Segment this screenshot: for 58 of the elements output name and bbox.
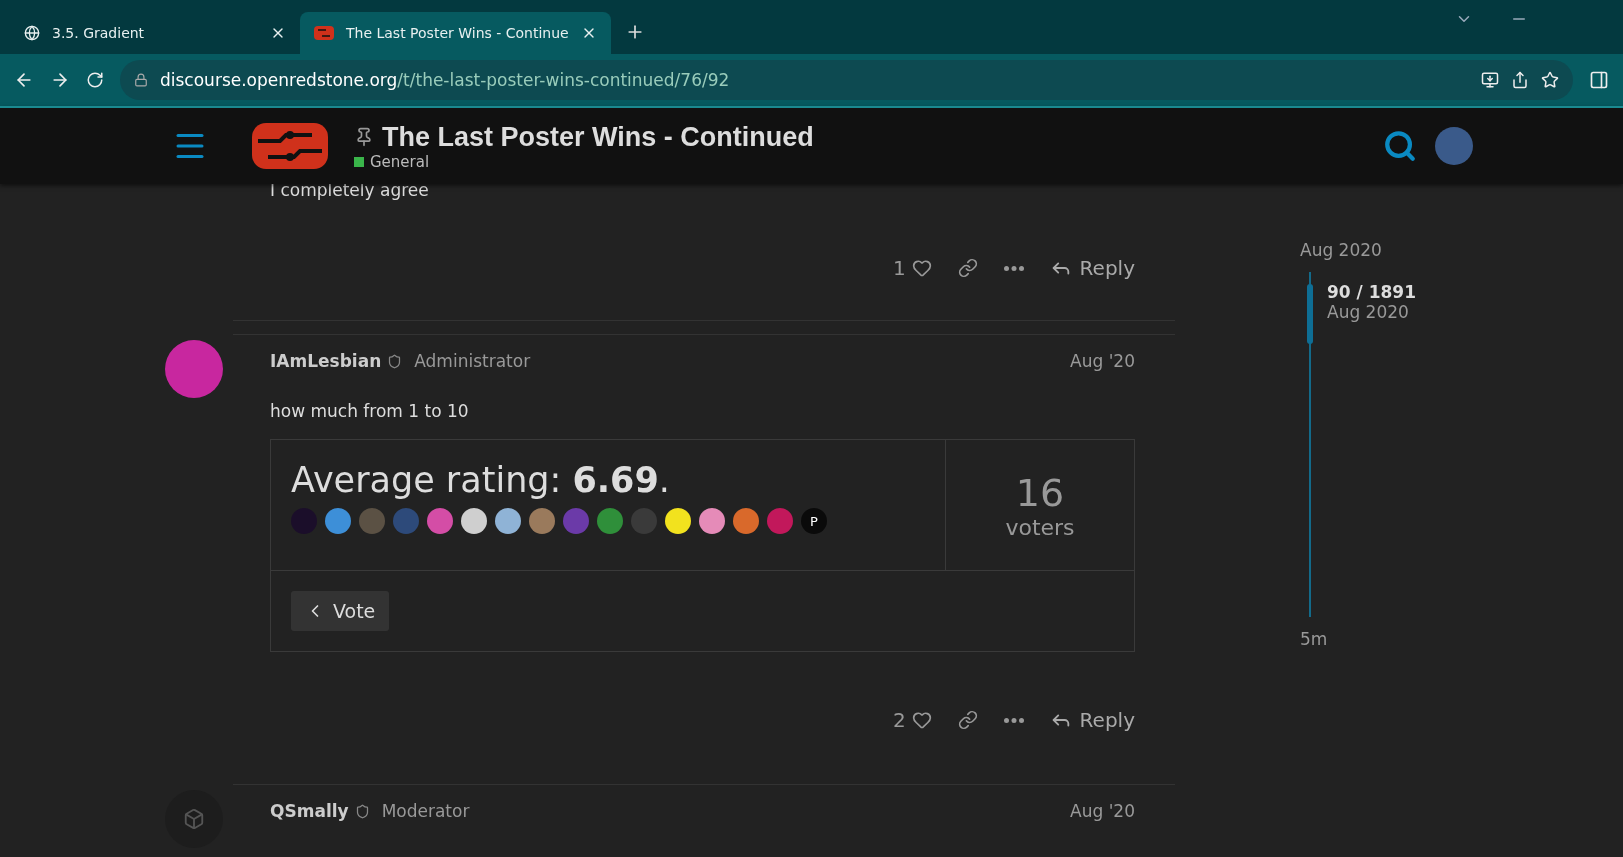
link-icon: [957, 710, 978, 730]
browser-tab[interactable]: 3.5. Gradient: [10, 12, 300, 54]
category-name: General: [370, 152, 430, 171]
heart-icon: [911, 258, 932, 278]
site-logo[interactable]: [252, 123, 328, 169]
voter-avatar[interactable]: [495, 508, 521, 534]
user-avatar[interactable]: [165, 340, 223, 398]
post-position: 90 / 1891: [1327, 282, 1417, 302]
share-icon[interactable]: [1511, 71, 1529, 89]
tab-title: 3.5. Gradient: [52, 25, 146, 41]
more-button[interactable]: [1003, 265, 1024, 271]
more-button[interactable]: [1003, 717, 1024, 723]
username[interactable]: IAmLesbian: [270, 351, 382, 371]
address-field[interactable]: discourse.openredstone.org/t/the-last-poster-wins-continued/76/92: [120, 60, 1573, 100]
reload-icon[interactable]: [86, 71, 104, 89]
reply-button[interactable]: Reply: [1049, 256, 1135, 280]
user-avatar[interactable]: [1435, 127, 1473, 165]
bookmark-icon[interactable]: [1541, 71, 1559, 89]
more-icon: [1003, 717, 1024, 723]
lock-icon: [134, 73, 148, 87]
link-icon: [957, 258, 978, 278]
site-logo-icon: [314, 26, 334, 40]
globe-icon: [24, 25, 40, 41]
search-icon[interactable]: [1383, 129, 1417, 163]
link-button[interactable]: [957, 710, 978, 730]
post-date: Aug '20: [1070, 801, 1135, 821]
like-button[interactable]: 2: [892, 708, 932, 732]
timeline-start-date[interactable]: Aug 2020: [1300, 240, 1382, 260]
voter-label: voters: [1005, 514, 1075, 540]
install-icon[interactable]: [1481, 71, 1499, 89]
position-date: Aug 2020: [1327, 302, 1410, 322]
voter-avatar[interactable]: [699, 508, 725, 534]
voter-avatar[interactable]: [461, 508, 487, 534]
link-button[interactable]: [957, 258, 978, 278]
like-button[interactable]: 1: [892, 256, 932, 280]
shield-icon: [354, 803, 370, 819]
user-role: Administrator: [414, 351, 531, 371]
average-rating: Average rating: 6.69.: [291, 460, 671, 500]
browser-tab[interactable]: The Last Poster Wins - Continue: [300, 12, 611, 54]
shield-icon: [387, 353, 403, 369]
timeline-end-date[interactable]: 5m: [1300, 629, 1382, 649]
voter-avatar[interactable]: [665, 508, 691, 534]
vote-button[interactable]: Vote: [291, 591, 390, 631]
user-role: Moderator: [381, 801, 470, 821]
post-date: Aug '20: [1070, 351, 1135, 371]
pin-icon: [354, 127, 374, 147]
timeline-handle[interactable]: [1307, 284, 1313, 344]
voter-avatar[interactable]: P: [801, 508, 827, 534]
more-icon: [1003, 265, 1024, 271]
topic-title[interactable]: The Last Poster Wins - Continued: [382, 121, 814, 153]
heart-icon: [911, 710, 932, 730]
username[interactable]: QSmally: [270, 801, 349, 821]
side-panel-icon[interactable]: [1589, 70, 1609, 90]
voter-count: 16: [1015, 470, 1065, 515]
category-link[interactable]: General: [354, 152, 814, 171]
reply-button[interactable]: Reply: [1049, 708, 1135, 732]
tab-title: The Last Poster Wins - Continue: [346, 25, 569, 41]
post-text: how much from 1 to 10: [270, 401, 470, 421]
